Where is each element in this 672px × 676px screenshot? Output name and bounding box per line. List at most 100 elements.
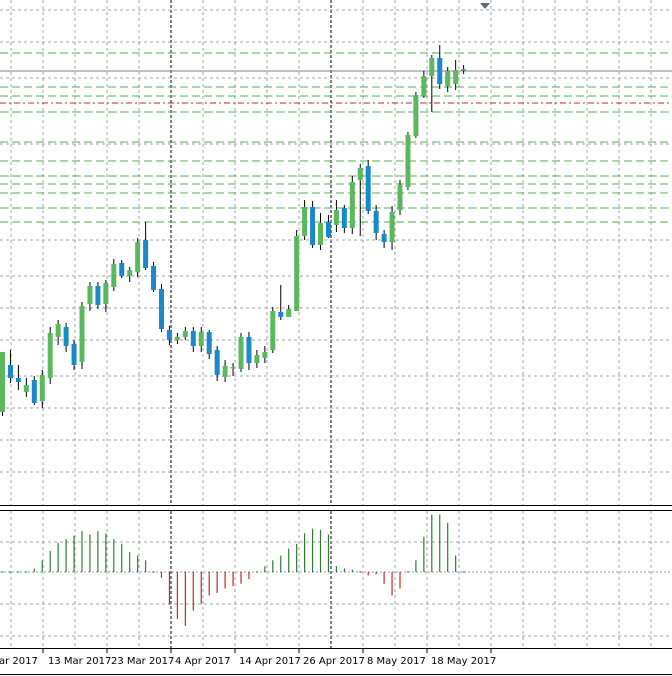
candle	[39, 370, 45, 408]
candle-body	[15, 378, 21, 382]
candle-body	[47, 333, 53, 378]
price-chart[interactable]: ar 2017 13 Mar 2017 23 Mar 2017 4 Apr 20…	[0, 0, 672, 676]
x-tick-label: 23 Mar 2017	[111, 656, 174, 667]
candle	[397, 180, 403, 215]
candle	[95, 282, 101, 309]
candle	[413, 92, 419, 138]
candle-body	[254, 355, 260, 363]
candle	[246, 332, 252, 370]
candle	[0, 352, 5, 416]
candle-body	[318, 223, 323, 245]
candle	[238, 333, 244, 372]
candle	[151, 262, 157, 292]
candle-body	[325, 222, 331, 237]
candle-body	[397, 185, 403, 210]
candle-body	[278, 312, 284, 317]
candle-body	[143, 240, 149, 268]
candle	[135, 238, 141, 277]
candle	[119, 260, 125, 278]
candle	[302, 200, 308, 240]
candle-body	[206, 332, 212, 354]
candle	[7, 350, 13, 383]
candle-body	[294, 236, 300, 311]
candle-body	[151, 266, 157, 290]
candle	[15, 365, 21, 390]
candlestick-series	[0, 45, 467, 416]
candle-body	[461, 69, 467, 71]
candle	[333, 200, 339, 232]
x-axis-labels: ar 2017 13 Mar 2017 23 Mar 2017 4 Apr 20…	[0, 656, 496, 667]
candle-body	[111, 264, 117, 287]
candle	[318, 213, 323, 250]
candle	[357, 164, 363, 236]
candle	[437, 45, 443, 89]
candle-body	[159, 289, 164, 329]
candle	[294, 230, 300, 311]
candle	[71, 340, 77, 370]
chart-window[interactable]: ar 2017 13 Mar 2017 23 Mar 2017 4 Apr 20…	[0, 0, 672, 676]
grid	[0, 0, 672, 648]
candle-body	[365, 166, 371, 211]
candle-body	[262, 352, 268, 358]
candle-body	[373, 211, 379, 233]
candle	[143, 222, 149, 270]
candle-body	[0, 352, 5, 412]
candle-body	[437, 58, 443, 84]
candle-body	[71, 344, 77, 365]
candle	[55, 320, 61, 345]
candle	[47, 327, 53, 384]
candle	[206, 330, 212, 359]
candle-body	[310, 207, 316, 245]
candle	[79, 302, 85, 369]
x-tick-label: 14 Apr 2017	[239, 656, 301, 667]
candle	[182, 327, 188, 340]
candle	[381, 230, 387, 248]
candle-body	[174, 337, 180, 340]
candle	[190, 327, 196, 352]
candle	[421, 71, 427, 98]
candle-body	[87, 286, 93, 304]
candle-body	[246, 337, 252, 363]
candle-body	[230, 367, 236, 369]
candle-body	[63, 327, 69, 346]
candle-body	[119, 263, 125, 276]
candle	[461, 65, 467, 74]
candle-body	[222, 366, 228, 377]
candle	[325, 215, 331, 238]
candle	[286, 305, 292, 317]
x-tick-label: 18 May 2017	[431, 656, 496, 667]
candle-body	[445, 71, 451, 86]
candle	[23, 378, 29, 397]
x-tick-label: 4 Apr 2017	[175, 656, 230, 667]
candle-body	[357, 168, 363, 180]
candle	[127, 267, 133, 282]
candle-body	[341, 208, 347, 228]
candle-body	[198, 332, 204, 346]
candle-body	[349, 182, 355, 228]
candle	[63, 323, 69, 352]
candle-body	[413, 95, 419, 136]
candle-body	[453, 70, 459, 84]
candle-body	[95, 286, 101, 305]
candle-body	[333, 210, 339, 225]
candle-body	[135, 242, 141, 272]
candle-body	[302, 207, 308, 236]
candle-body	[182, 331, 188, 337]
candle-body	[381, 234, 387, 242]
candle-body	[389, 212, 395, 242]
candle	[278, 285, 284, 320]
candle-body	[79, 306, 85, 362]
candle	[373, 205, 379, 240]
candle-body	[270, 311, 276, 350]
triangle-down-icon[interactable]	[480, 3, 490, 9]
candle	[159, 284, 164, 332]
candle-body	[405, 135, 411, 187]
candle-body	[166, 330, 172, 340]
candle-body	[31, 380, 37, 403]
candle	[389, 206, 395, 250]
candle	[222, 360, 228, 382]
candle-body	[286, 309, 292, 317]
candle	[31, 376, 37, 405]
candle	[310, 201, 316, 248]
candle-body	[7, 365, 13, 378]
